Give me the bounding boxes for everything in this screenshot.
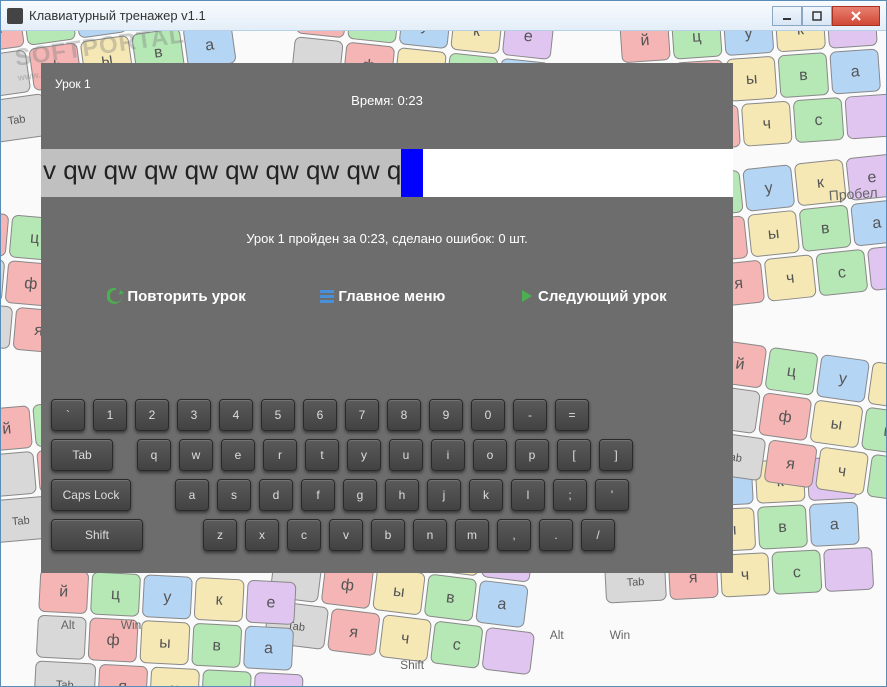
- key-shift[interactable]: Shift: [51, 519, 143, 551]
- key-5[interactable]: 5: [261, 399, 295, 431]
- key-2[interactable]: 2: [135, 399, 169, 431]
- key-n[interactable]: n: [413, 519, 447, 551]
- svg-text:Win: Win: [610, 628, 631, 642]
- key-m[interactable]: m: [455, 519, 489, 551]
- key-k[interactable]: k: [469, 479, 503, 511]
- lesson-label: Урок 1: [55, 77, 91, 91]
- key-i[interactable]: i: [431, 439, 465, 471]
- app-icon: [7, 8, 23, 24]
- key-0[interactable]: 0: [471, 399, 505, 431]
- svg-text:Win: Win: [121, 618, 142, 632]
- repeat-lesson-button[interactable]: Повторить урок: [107, 287, 245, 305]
- key-9[interactable]: 9: [429, 399, 463, 431]
- key-r[interactable]: r: [263, 439, 297, 471]
- key-h[interactable]: h: [385, 479, 419, 511]
- minimize-button[interactable]: [772, 6, 802, 26]
- svg-text:Alt: Alt: [550, 628, 565, 642]
- titlebar: Клавиатурный тренажер v1.1: [1, 1, 886, 31]
- key-tab[interactable]: Tab: [51, 439, 113, 471]
- virtual-keyboard: `1234567890-= Tabqwertyuiop[] Caps Lock a…: [51, 399, 723, 559]
- key-f[interactable]: f: [301, 479, 335, 511]
- repeat-lesson-label: Повторить урок: [127, 288, 245, 305]
- key-,[interactable]: ,: [497, 519, 531, 551]
- key-=[interactable]: =: [555, 399, 589, 431]
- next-icon: [518, 287, 536, 305]
- key-caps-lock[interactable]: Caps Lock: [51, 479, 131, 511]
- next-lesson-label: Следующий урок: [538, 288, 667, 305]
- key-e[interactable]: e: [221, 439, 255, 471]
- minimize-icon: [782, 11, 792, 21]
- key-d[interactable]: d: [259, 479, 293, 511]
- key-y[interactable]: y: [347, 439, 381, 471]
- key-g[interactable]: g: [343, 479, 377, 511]
- key-`[interactable]: `: [51, 399, 85, 431]
- key-w[interactable]: w: [179, 439, 213, 471]
- key-b[interactable]: b: [371, 519, 405, 551]
- menu-icon: [318, 287, 336, 305]
- key-u[interactable]: u: [389, 439, 423, 471]
- key-'[interactable]: ': [595, 479, 629, 511]
- key-7[interactable]: 7: [345, 399, 379, 431]
- window-title: Клавиатурный тренажер v1.1: [29, 8, 772, 23]
- key-o[interactable]: o: [473, 439, 507, 471]
- key-3[interactable]: 3: [177, 399, 211, 431]
- main-menu-label: Главное меню: [338, 288, 445, 305]
- key-l[interactable]: l: [511, 479, 545, 511]
- maximize-button[interactable]: [802, 6, 832, 26]
- key--[interactable]: -: [513, 399, 547, 431]
- typing-strip: v qw qw qw qw qw qw qw qw qw: [41, 149, 733, 197]
- key-8[interactable]: 8: [387, 399, 421, 431]
- refresh-icon: [107, 287, 125, 305]
- key-1[interactable]: 1: [93, 399, 127, 431]
- key-.[interactable]: .: [539, 519, 573, 551]
- key-t[interactable]: t: [305, 439, 339, 471]
- typed-text: v qw qw qw qw qw qw qw qw qw: [41, 149, 401, 197]
- key-6[interactable]: 6: [303, 399, 337, 431]
- svg-text:Alt: Alt: [61, 618, 76, 632]
- key-x[interactable]: x: [245, 519, 279, 551]
- key-j[interactable]: j: [427, 479, 461, 511]
- main-menu-button[interactable]: Главное меню: [318, 287, 445, 305]
- key-c[interactable]: c: [287, 519, 321, 551]
- cursor-block: [401, 149, 423, 197]
- key-s[interactable]: s: [217, 479, 251, 511]
- key-][interactable]: ]: [599, 439, 633, 471]
- key-v[interactable]: v: [329, 519, 363, 551]
- svg-text:Пробел: Пробел: [828, 184, 878, 203]
- close-icon: [850, 10, 862, 22]
- key-p[interactable]: p: [515, 439, 549, 471]
- key-4[interactable]: 4: [219, 399, 253, 431]
- key-z[interactable]: z: [203, 519, 237, 551]
- trainer-panel: Урок 1 Время: 0:23 v qw qw qw qw qw qw q…: [41, 63, 733, 573]
- key-[[interactable]: [: [557, 439, 591, 471]
- next-lesson-button[interactable]: Следующий урок: [518, 287, 667, 305]
- svg-text:Shift: Shift: [400, 658, 425, 672]
- result-text: Урок 1 пройден за 0:23, сделано ошибок: …: [41, 231, 733, 246]
- key-q[interactable]: q: [137, 439, 171, 471]
- key-;[interactable]: ;: [553, 479, 587, 511]
- remaining-area: [423, 149, 733, 197]
- close-button[interactable]: [832, 6, 880, 26]
- time-label: Время: 0:23: [41, 93, 733, 108]
- key-a[interactable]: a: [175, 479, 209, 511]
- key-/[interactable]: /: [581, 519, 615, 551]
- maximize-icon: [812, 11, 822, 21]
